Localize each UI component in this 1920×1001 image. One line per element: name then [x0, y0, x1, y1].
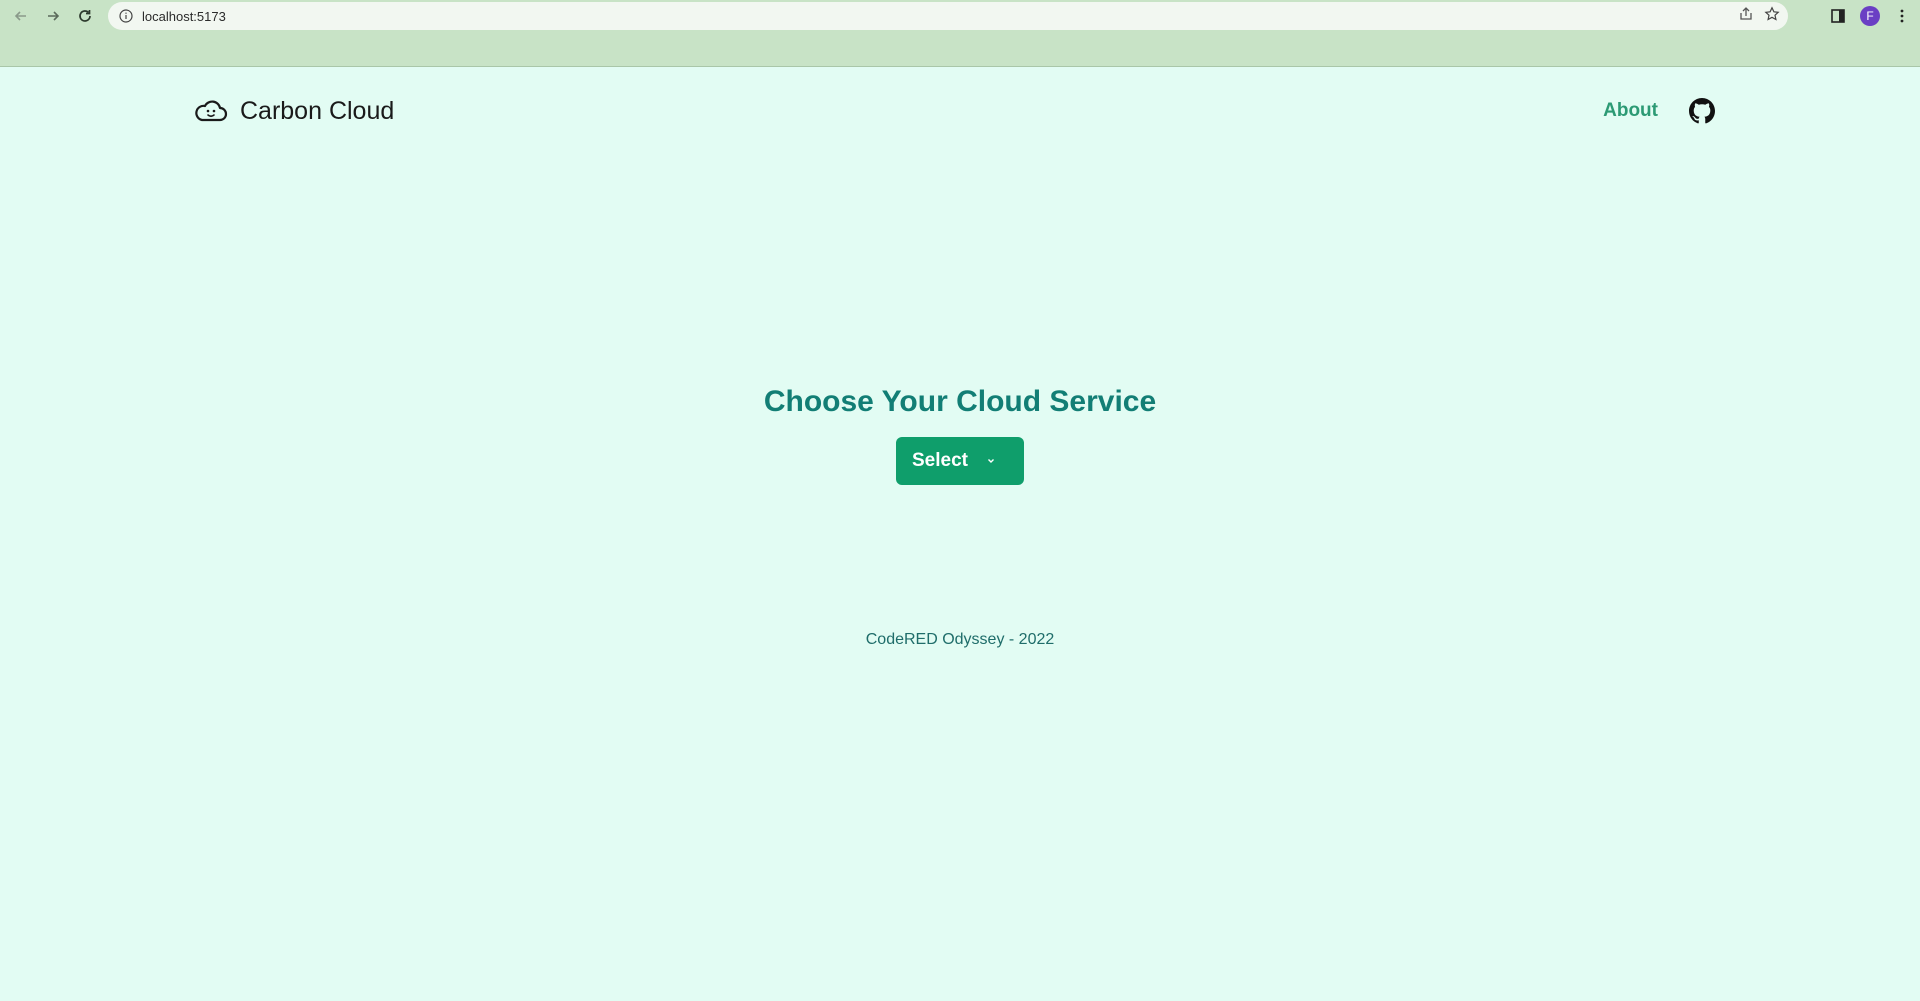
back-button[interactable]: [7, 2, 35, 30]
header-nav: About: [1603, 97, 1716, 125]
about-link[interactable]: About: [1603, 100, 1658, 122]
browser-toolbar: localhost:5173 F: [0, 0, 1920, 67]
side-panel-icon[interactable]: [1824, 2, 1852, 30]
info-icon[interactable]: [118, 8, 134, 24]
arrow-left-icon: [14, 11, 26, 21]
arrow-right-icon: [48, 11, 60, 21]
url-text[interactable]: localhost:5173: [142, 9, 226, 24]
page-title: Choose Your Cloud Service: [763, 385, 1157, 418]
reload-icon: [79, 10, 91, 22]
cloud-smile-icon: [194, 97, 228, 125]
brand-name[interactable]: Carbon Cloud: [240, 97, 394, 126]
github-icon[interactable]: [1688, 97, 1716, 125]
reload-button[interactable]: [71, 2, 99, 30]
brand[interactable]: Carbon Cloud: [194, 97, 394, 126]
omnibox-actions: [1738, 2, 1780, 30]
footer-text: CodeRED Odyssey - 2022: [865, 631, 1055, 648]
chevron-down-icon: [986, 456, 996, 466]
select-label: Select: [912, 450, 968, 471]
star-icon[interactable]: [1764, 5, 1780, 27]
page: Carbon Cloud About Choose Your Cloud Ser…: [0, 67, 1920, 1001]
forward-button[interactable]: [39, 2, 67, 30]
menu-icon[interactable]: [1888, 2, 1916, 30]
cloud-service-select-button[interactable]: Select: [896, 437, 1024, 485]
address-bar[interactable]: localhost:5173: [108, 2, 1788, 30]
avatar[interactable]: F: [1860, 6, 1880, 26]
share-icon[interactable]: [1738, 6, 1754, 27]
site-header: Carbon Cloud About: [194, 91, 1716, 131]
profile-button[interactable]: F: [1856, 2, 1884, 30]
browser-actions: F: [1824, 0, 1920, 32]
hero: Choose Your Cloud Service: [0, 385, 1920, 419]
